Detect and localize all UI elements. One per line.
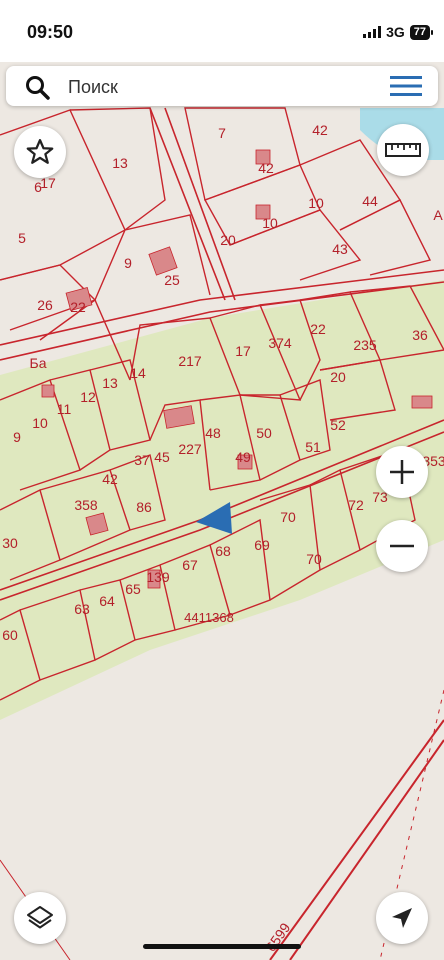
parcel-label: 63 [74, 601, 90, 617]
status-bar: 09:50 3G 77 [0, 0, 444, 62]
parcel-label: 10 [308, 195, 324, 211]
home-indicator[interactable] [143, 944, 301, 949]
ruler-button[interactable] [377, 124, 429, 176]
parcel-label: 51 [305, 439, 321, 455]
parcel-label: 45 [154, 449, 170, 465]
parcel-label: 48 [205, 425, 221, 441]
cadastral-block-label: 4411368 [184, 610, 234, 625]
zoom-out-button[interactable] [376, 520, 428, 572]
parcel-label: 17 [235, 343, 251, 359]
parcel-label: 358 [74, 497, 98, 513]
parcel-label: 217 [178, 353, 202, 369]
parcel-label: 235 [353, 337, 377, 353]
battery-icon: 77 [409, 24, 434, 40]
parcel-label: 5 [18, 230, 26, 246]
parcel-label: 67 [182, 557, 198, 573]
parcel-label: 42 [102, 471, 118, 487]
parcel-label: 9 [13, 429, 21, 445]
parcel-label: 65 [125, 581, 141, 597]
parcel-label: 36 [412, 327, 428, 343]
parcel-label: 374 [268, 335, 292, 351]
parcel-label: 13 [112, 155, 128, 171]
parcel-label: 9 [124, 255, 132, 271]
parcel-label: Ба [30, 355, 47, 371]
parcel-label: 72 [348, 497, 364, 513]
parcel-label: 60 [2, 627, 18, 643]
parcel-label: 70 [306, 551, 322, 567]
parcel-label: 20 [220, 232, 236, 248]
parcel-label: 86 [136, 499, 152, 515]
parcel-label: 49 [235, 449, 251, 465]
parcel-label: 10 [262, 215, 278, 231]
status-indicators: 3G 77 [363, 24, 434, 40]
search-icon[interactable] [24, 74, 52, 102]
parcel-label: 22 [70, 299, 86, 315]
menu-icon[interactable] [388, 74, 424, 98]
parcel-label: 43 [332, 241, 348, 257]
parcel-label: 52 [330, 417, 346, 433]
parcel-label: 13 [102, 375, 118, 391]
parcel-label: 12 [80, 389, 96, 405]
parcel-label: 37 [134, 452, 150, 468]
star-icon [26, 139, 54, 164]
parcel-label: 10 [32, 415, 48, 431]
plus-icon [390, 460, 414, 484]
parcel-label: А [433, 207, 443, 223]
parcel-label: 44 [362, 193, 378, 209]
parcel-label: 64 [99, 593, 115, 609]
favorites-button[interactable] [14, 126, 66, 178]
zoom-in-button[interactable] [376, 446, 428, 498]
layers-button[interactable] [14, 892, 66, 944]
locate-button[interactable] [376, 892, 428, 944]
parcel-label: 11 [57, 401, 72, 417]
parcel-label: 68 [215, 543, 231, 559]
minus-icon [390, 544, 414, 548]
parcel-label: 70 [280, 509, 296, 525]
parcel-label: 30 [2, 535, 18, 551]
parcel-label: 50 [256, 425, 272, 441]
search-bar [6, 66, 438, 108]
layers-icon [27, 906, 53, 929]
parcel-label: 69 [254, 537, 270, 553]
parcel-label: 7 [218, 125, 226, 141]
status-time: 09:50 [27, 22, 74, 42]
navigation-arrow-icon [392, 908, 412, 928]
parcel-label: 25 [164, 272, 180, 288]
network-type: 3G [386, 24, 405, 40]
parcel-label: 42 [258, 160, 274, 176]
parcel-label: 20 [330, 369, 346, 385]
signal-icon [363, 26, 382, 38]
parcel-label: 14 [130, 365, 146, 381]
parcel-label: 26 [37, 297, 53, 313]
parcel-label: 227 [178, 441, 202, 457]
parcel-label: 139 [146, 569, 170, 585]
parcel-label: 42 [312, 122, 328, 138]
ruler-icon [385, 143, 421, 157]
parcel-label: 22 [310, 321, 326, 337]
search-input[interactable] [66, 66, 370, 108]
